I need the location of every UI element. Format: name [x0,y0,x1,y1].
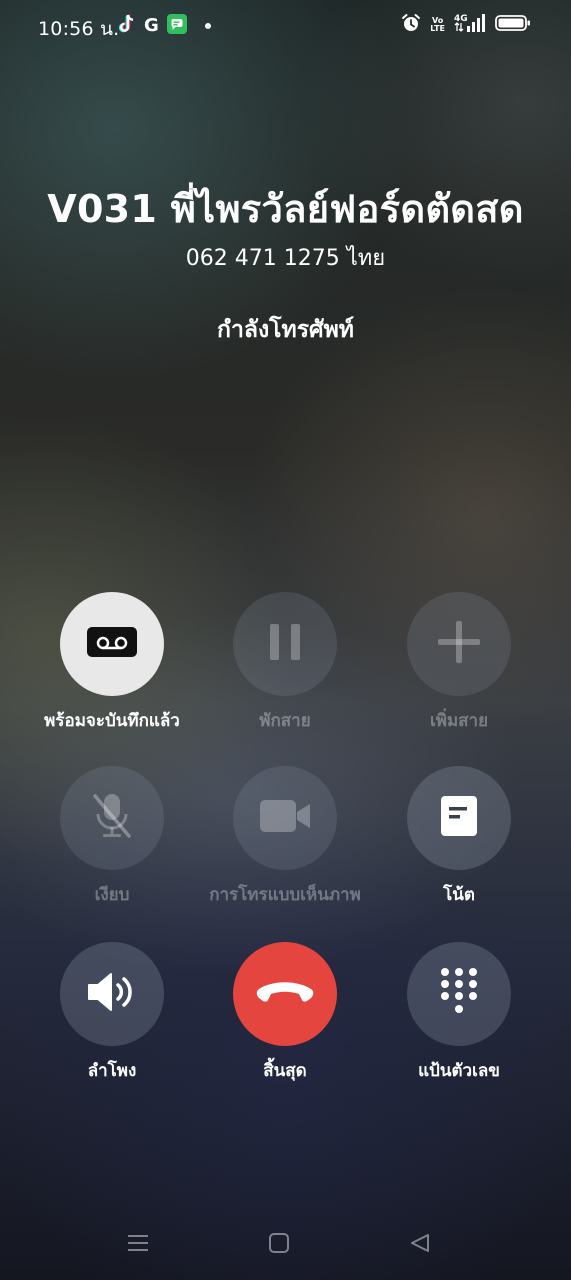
record-label: พร้อมจะบันทึกแล้ว [44,711,180,731]
google-icon: G [144,15,159,36]
notification-icons: G [118,14,211,38]
alarm-icon [401,13,421,37]
video-call-button[interactable]: การโทรแบบเห็นภาพ [200,766,370,907]
end-call-button[interactable]: สิ้นสุด [200,942,370,1083]
speaker-label: ลำโพง [87,1061,137,1081]
back-icon [409,1232,431,1258]
caller-name: V031 พี่ไพรวัลย์ฟอร์ดตัดสด [47,187,524,231]
note-icon [440,795,478,841]
volte-icon: Vo LTE [430,16,445,33]
home-icon [268,1232,290,1258]
menu-nav-button[interactable] [118,1229,158,1261]
video-call-label: การโทรแบบเห็นภาพ [209,885,361,905]
status-time: 10:56 น. [38,18,120,40]
mute-button-circle[interactable] [60,766,164,870]
caller-number: 062 471 1275 ไทย [185,246,386,271]
end-call-label: สิ้นสุด [263,1061,307,1081]
record-button[interactable]: พร้อมจะบันทึกแล้ว [27,592,197,733]
mute-label: เงียบ [94,885,130,905]
plus-icon [437,620,481,668]
dialpad-icon [439,967,479,1021]
keypad-button[interactable]: แป้นตัวเลข [374,942,544,1083]
back-nav-button[interactable] [400,1229,440,1261]
messages-icon [166,14,187,38]
hold-label: พักสาย [259,711,311,731]
battery-icon [495,13,531,37]
more-notifications-dot [204,23,211,29]
network-type-label: 4G [454,14,468,24]
add-call-label: เพิ่มสาย [429,711,489,731]
notes-button[interactable]: โน้ต [374,766,544,907]
video-camera-icon [259,799,311,837]
home-nav-button[interactable] [259,1229,299,1261]
status-bar: 10:56 น. G Vo LTE 4G [0,0,571,50]
mute-button[interactable]: เงียบ [27,766,197,907]
speaker-button[interactable]: ลำโพง [27,942,197,1083]
add-call-button-circle[interactable] [407,592,511,696]
menu-icon [127,1232,149,1258]
navigation-bar [0,1215,571,1275]
notes-button-circle[interactable] [407,766,511,870]
hold-button[interactable]: พักสาย [200,592,370,733]
voicemail-record-icon [87,627,137,661]
video-call-button-circle[interactable] [233,766,337,870]
tiktok-icon [118,14,136,38]
pause-icon [268,623,302,665]
keypad-label: แป้นตัวเลข [418,1061,500,1081]
end-call-button-circle[interactable] [233,942,337,1046]
speaker-icon [87,971,137,1017]
keypad-button-circle[interactable] [407,942,511,1046]
mic-off-icon [90,792,134,844]
record-button-circle[interactable] [60,592,164,696]
4g-signal-icon: 4G [454,13,486,37]
call-status: กำลังโทรศัพท์ [217,317,354,343]
hold-button-circle[interactable] [233,592,337,696]
notes-label: โน้ต [443,885,475,905]
speaker-button-circle[interactable] [60,942,164,1046]
add-call-button[interactable]: เพิ่มสาย [374,592,544,733]
system-icons: Vo LTE 4G [401,13,531,37]
hang-up-icon [255,980,315,1008]
